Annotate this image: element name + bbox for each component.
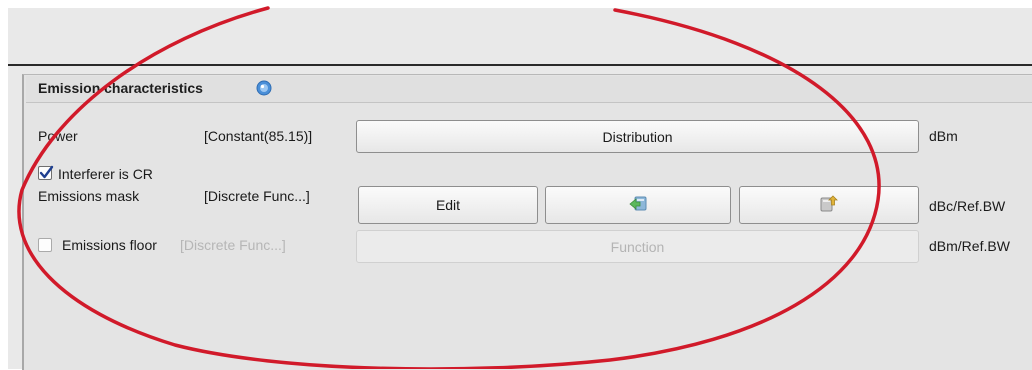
power-label: Power [38, 128, 78, 144]
emissions-mask-label: Emissions mask [38, 188, 140, 204]
interferer-checkbox[interactable] [38, 165, 54, 180]
distribution-button[interactable]: Distribution [356, 120, 919, 153]
emissions-floor-unit: dBm/Ref.BW [929, 238, 1010, 254]
power-unit: dBm [929, 128, 958, 144]
export-button[interactable] [545, 186, 731, 224]
import-button[interactable] [739, 186, 919, 224]
emissions-floor-value: [Discrete Func...] [180, 237, 286, 253]
import-icon [819, 194, 839, 216]
function-button: Function [356, 230, 919, 263]
interferer-label: Interferer is CR [58, 166, 153, 182]
emissions-floor-checkbox[interactable] [38, 238, 52, 252]
emissions-mask-unit: dBc/Ref.BW [929, 198, 1006, 214]
panel-title: Emission characteristics [38, 80, 203, 96]
emissions-floor-label: Emissions floor [62, 237, 157, 253]
emissions-mask-value: [Discrete Func...] [204, 188, 310, 204]
edit-button[interactable]: Edit [358, 186, 538, 224]
help-icon[interactable] [256, 80, 272, 96]
export-icon [628, 195, 648, 216]
power-value: [Constant(85.15)] [204, 128, 313, 144]
separator-line [8, 64, 1032, 66]
